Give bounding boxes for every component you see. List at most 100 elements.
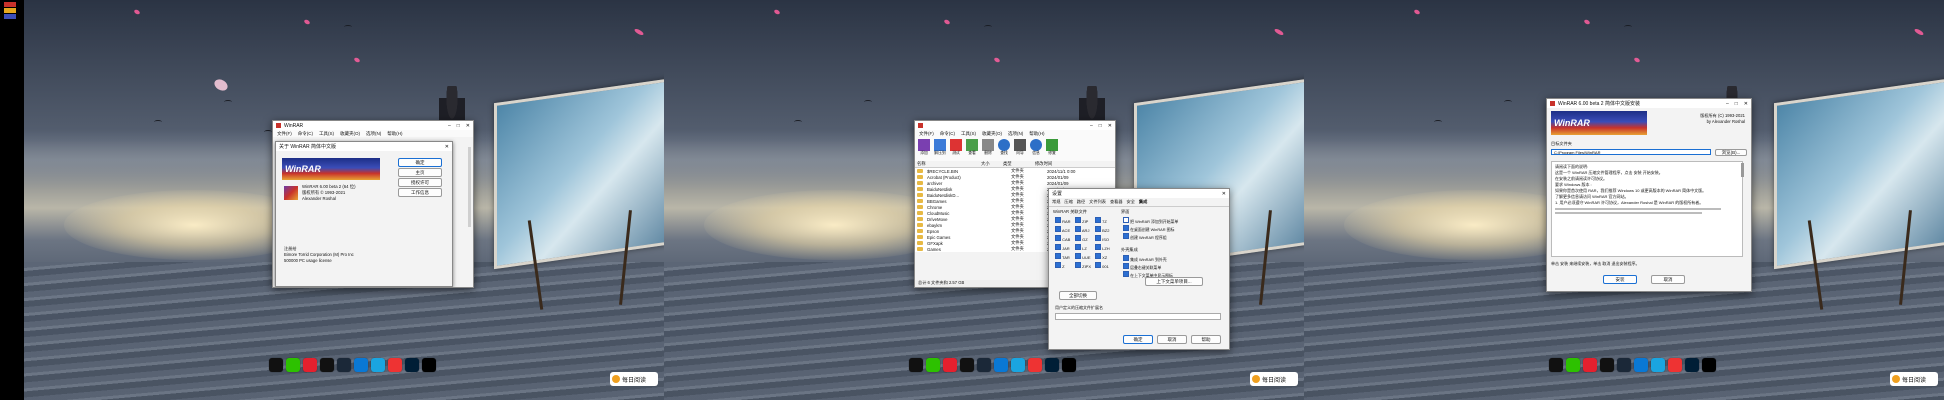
assoc-checkbox[interactable]: CAB [1055,235,1073,242]
toolbar-view[interactable]: 查看 [966,139,978,159]
capcut-icon[interactable] [1702,358,1716,372]
steam-icon[interactable] [977,358,991,372]
assoc-checkbox[interactable]: TAR [1055,253,1073,260]
wps-icon[interactable] [388,358,402,372]
photoshop-icon[interactable] [405,358,419,372]
license-button[interactable]: 授权许可 [398,178,442,187]
netease-music-icon[interactable] [1583,358,1597,372]
assoc-checkbox[interactable]: ZIPX [1075,262,1093,269]
windows-icon[interactable] [1634,358,1648,372]
steam-icon[interactable] [337,358,351,372]
assoc-checkbox[interactable]: ARJ [1075,226,1093,233]
photoshop-icon[interactable] [1045,358,1059,372]
assoc-checkbox[interactable]: LZ [1075,244,1093,251]
close-button[interactable]: ✕ [1744,101,1748,107]
daily-reading-button[interactable]: 每日阅读 [610,372,658,386]
steam-icon[interactable] [1617,358,1631,372]
menu-item-help[interactable]: 帮助(H) [387,131,402,137]
assoc-checkbox[interactable]: BZ2 [1095,226,1113,233]
toolbar-repair[interactable]: 修复 [1046,139,1058,159]
menu-item-help[interactable]: 帮助(H) [1029,131,1044,137]
menu-item-file[interactable]: 文件(F) [919,131,934,137]
maximize-button[interactable]: □ [1099,123,1102,129]
edge-icon[interactable] [1011,358,1025,372]
wps-icon[interactable] [1668,358,1682,372]
toggle-all-button[interactable]: 全部切换 [1059,291,1097,300]
install-button[interactable]: 安装 [1603,275,1637,284]
assoc-checkbox[interactable]: ISO [1095,235,1113,242]
qq-icon[interactable] [909,358,923,372]
scrollbar[interactable] [468,147,471,227]
col-size[interactable]: 大小 [981,161,1003,167]
interface-option[interactable]: 创建 WinRAR 程序组 [1123,233,1178,241]
toolbar-test[interactable]: 测试 [950,139,962,159]
shell-option[interactable]: 层叠右键关联菜单 [1123,263,1173,271]
toolbar-extract[interactable]: 解压到 [934,139,946,159]
wechat-icon[interactable] [286,358,300,372]
tab-compression[interactable]: 压缩 [1064,199,1072,205]
capcut-icon[interactable] [1062,358,1076,372]
winrar-tray-icon[interactable] [4,14,16,19]
toolbar-find[interactable]: 查找 [998,139,1010,159]
photoshop-icon[interactable] [1685,358,1699,372]
dest-folder-input[interactable] [1551,149,1711,155]
menu-item-commands[interactable]: 命令(C) [940,131,955,137]
assoc-checkbox[interactable]: GZ [1075,235,1093,242]
assoc-checkbox[interactable]: 001 [1095,262,1113,269]
assoc-checkbox[interactable]: ACE [1055,226,1073,233]
menu-item-options[interactable]: 选项(N) [366,131,381,137]
assoc-checkbox[interactable]: UUE [1075,253,1093,260]
assoc-checkbox[interactable]: Z [1055,262,1073,269]
assoc-checkbox[interactable]: XZ [1095,253,1113,260]
shell-option[interactable]: 集成 WinRAR 到外壳 [1123,255,1173,263]
menu-item-tools[interactable]: 工具(S) [961,131,976,137]
assoc-checkbox[interactable]: 7Z [1095,217,1113,224]
qq-icon[interactable] [1549,358,1563,372]
interface-option[interactable]: 在桌面创建 WinRAR 图标 [1123,225,1178,233]
tiktok-icon[interactable] [320,358,334,372]
edge-icon[interactable] [371,358,385,372]
about-close-button[interactable]: ✕ [445,144,449,150]
col-name[interactable]: 名称 [917,161,981,167]
maximize-button[interactable]: □ [457,123,460,129]
toolbar-add[interactable]: 添加 [918,139,930,159]
settings-close-button[interactable]: ✕ [1222,191,1226,197]
scrollbar[interactable] [1741,163,1744,177]
capcut-icon[interactable] [422,358,436,372]
minimize-button[interactable]: – [1726,101,1729,107]
assoc-checkbox[interactable]: RAR [1055,217,1073,224]
wechat-icon[interactable] [926,358,940,372]
tab-paths[interactable]: 路径 [1077,199,1085,205]
extensions-input[interactable] [1055,313,1221,320]
browse-button[interactable]: 浏览(B)... [1715,149,1747,156]
menu-item-commands[interactable]: 命令(C) [298,131,313,137]
assoc-checkbox[interactable]: ZIP [1075,217,1093,224]
menu-item-favorites[interactable]: 收藏夹(O) [340,131,360,137]
tiktok-icon[interactable] [1600,358,1614,372]
windows-icon[interactable] [994,358,1008,372]
minimize-button[interactable]: – [448,123,451,129]
netease-music-icon[interactable] [943,358,957,372]
ok-button[interactable]: 确定 [1123,335,1153,344]
wechat-icon[interactable] [1566,358,1580,372]
edge-icon[interactable] [1651,358,1665,372]
toolbar-info[interactable]: 信息 [1030,139,1042,159]
assoc-checkbox[interactable]: JAR [1055,244,1073,251]
context-menu-items-button[interactable]: 上下文菜单项目... [1145,277,1203,286]
menu-item-options[interactable]: 选项(N) [1008,131,1023,137]
toolbar-delete[interactable]: 删除 [982,139,994,159]
tab-viewer[interactable]: 查看器 [1110,199,1123,205]
col-type[interactable]: 类型 [1003,161,1035,167]
tab-file-list[interactable]: 文件列表 [1089,199,1106,205]
menu-item-tools[interactable]: 工具(S) [319,131,334,137]
toolbar-wizard[interactable]: 向导 [1014,139,1026,159]
winrar-tray-icon[interactable] [4,2,16,7]
help-button[interactable]: 帮助 [1191,335,1221,344]
tab-integration[interactable]: 集成 [1139,199,1147,205]
daily-reading-button[interactable]: 每日阅读 [1250,372,1298,386]
assoc-checkbox[interactable]: LZH [1095,244,1113,251]
homepage-button[interactable]: 主页 [398,168,442,177]
tiktok-icon[interactable] [960,358,974,372]
netease-music-icon[interactable] [303,358,317,372]
tab-security[interactable]: 安全 [1127,199,1135,205]
